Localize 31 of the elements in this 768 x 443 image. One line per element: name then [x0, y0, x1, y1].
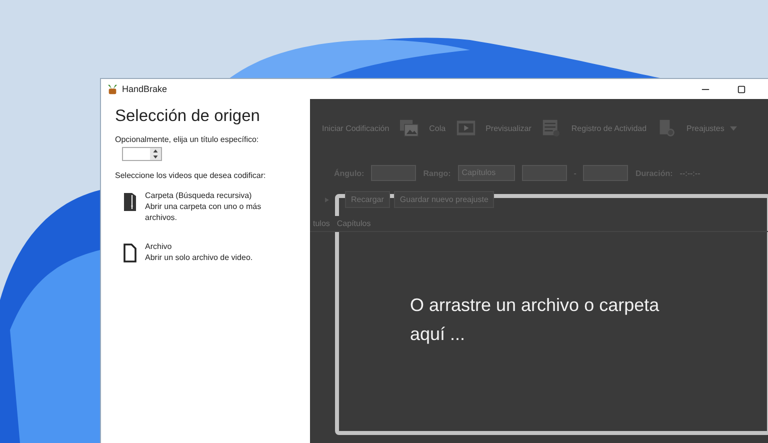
- angle-dropdown[interactable]: [371, 165, 416, 181]
- toolbar-button[interactable]: Cola: [429, 124, 446, 132]
- option-description: Abrir un solo archivo de video.: [145, 252, 254, 263]
- option-description: Abrir una carpeta con uno o más archivos.: [145, 201, 262, 223]
- option-title: Carpeta (Búsqueda recursiva): [145, 190, 253, 201]
- panel-heading: Selección de origen: [115, 107, 261, 126]
- videos-label: Seleccione los videos que desea codificar:: [115, 171, 267, 180]
- end-dropdown[interactable]: [583, 165, 628, 181]
- option-title: Archivo: [145, 241, 173, 252]
- document-icon: [123, 243, 137, 263]
- folder-icon: [123, 192, 137, 212]
- title-label: Opcionalmente, elija un título específico:: [115, 135, 260, 144]
- tab[interactable]: Capítulos: [334, 216, 373, 231]
- start-dropdown[interactable]: [522, 165, 567, 181]
- log-icon[interactable]: [541, 119, 562, 137]
- source-option[interactable]: Carpeta (Búsqueda recursiva) Abrir una carpeta con uno o más archivos.: [123, 190, 310, 223]
- toolbar-button[interactable]: Previsualizar: [486, 124, 532, 132]
- duration-value: --:--:--: [680, 168, 700, 178]
- source-option[interactable]: Archivo Abrir un solo archivo de video.: [123, 241, 310, 263]
- photos-icon[interactable]: [399, 119, 420, 137]
- drop-zone-text: O arrastre un archivo o carpeta aquí ...: [410, 294, 660, 346]
- toolbar-button[interactable]: Preajustes: [686, 124, 724, 132]
- range-separator: -: [574, 168, 576, 178]
- film-icon[interactable]: [456, 119, 476, 137]
- pineapple-icon: [107, 84, 118, 94]
- maximize-icon[interactable]: [737, 84, 746, 94]
- title-spinner[interactable]: [122, 147, 162, 161]
- toolbar-button[interactable]: Registro de Actividad: [571, 124, 647, 132]
- caret-icon[interactable]: [730, 126, 738, 130]
- toolbar-button[interactable]: Iniciar Codificación: [322, 124, 390, 132]
- window-title: HandBrake: [122, 84, 168, 94]
